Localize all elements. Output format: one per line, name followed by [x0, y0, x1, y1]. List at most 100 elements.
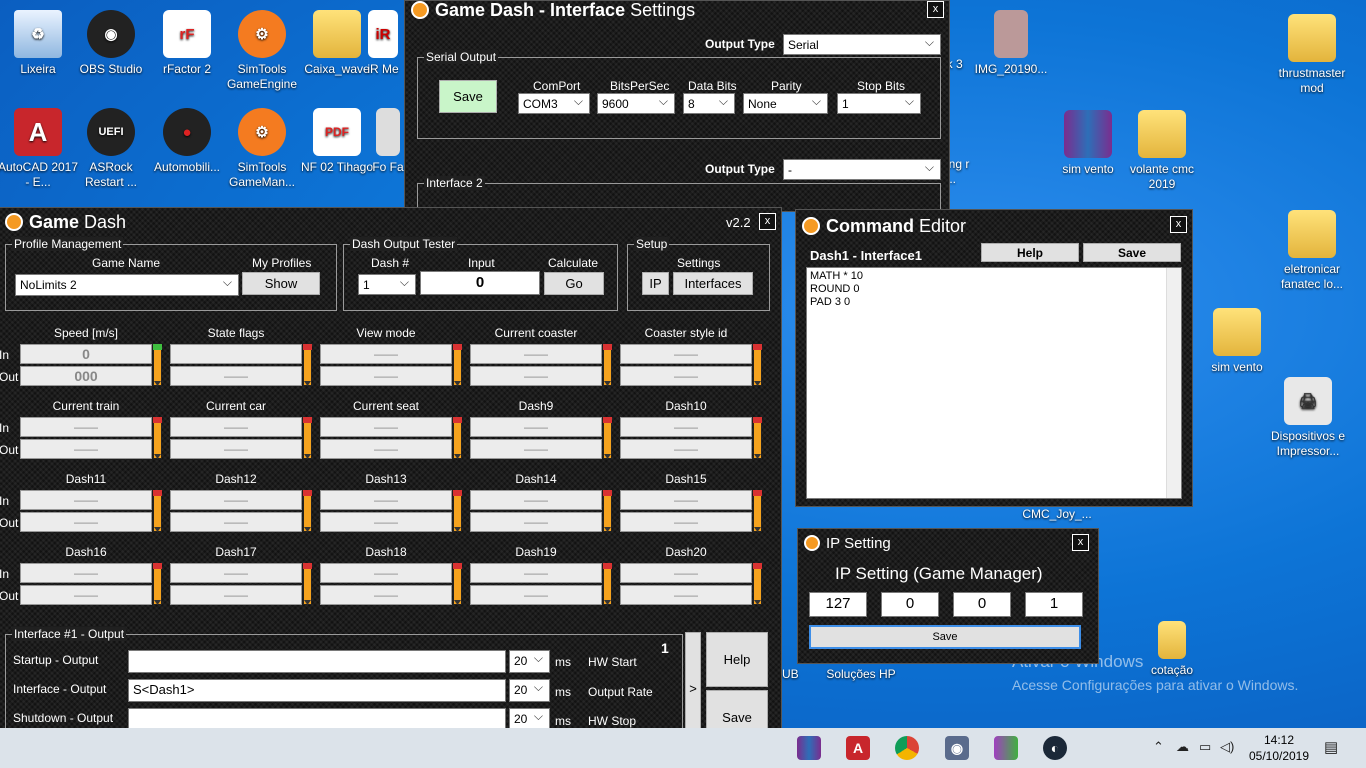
desktop-icon-dispositivos[interactable]: 🖨 Dispositivos e Impressor...	[1265, 373, 1351, 459]
notification-icon[interactable]: ▤	[1324, 738, 1338, 756]
dash-enable-pencil-icon[interactable]	[603, 417, 612, 459]
game-dash-logo-icon	[5, 213, 23, 231]
dash-name-label: Dash9	[518, 399, 554, 413]
camera-app-taskbar-icon[interactable]: ◉	[945, 736, 969, 760]
dash-enable-pencil-icon[interactable]	[153, 490, 162, 532]
ip-save-button[interactable]: Save	[809, 625, 1081, 649]
tester-input-field[interactable]: 0	[420, 271, 540, 295]
dash-in-value: ——	[470, 490, 602, 510]
dash-name-label: Speed [m/s]	[53, 326, 119, 340]
close-icon[interactable]: x	[1072, 534, 1089, 551]
startup-output-field[interactable]	[128, 650, 506, 673]
ip-octet-4-field[interactable]: 1	[1025, 592, 1083, 617]
output-type-2-select[interactable]: -	[783, 159, 941, 180]
dash-enable-pencil-icon[interactable]	[603, 490, 612, 532]
dash-name-label: Dash20	[665, 545, 707, 559]
close-icon[interactable]: x	[759, 213, 776, 230]
dash-number-select[interactable]: 1	[358, 274, 416, 295]
dash-enable-pencil-icon[interactable]	[153, 563, 162, 605]
desktop-icon-eletronicar[interactable]: eletronicar fanatec lo...	[1271, 206, 1353, 292]
ip-button[interactable]: IP	[642, 272, 669, 295]
dash-enable-pencil-icon[interactable]	[753, 417, 762, 459]
dash-enable-pencil-icon[interactable]	[603, 344, 612, 386]
serial-save-button[interactable]: Save	[439, 80, 497, 113]
command-save-button[interactable]: Save	[1083, 243, 1181, 262]
desktop-icon-img[interactable]: IMG_20190...	[970, 6, 1052, 77]
dash-name-label: Dash11	[65, 472, 107, 486]
parity-select[interactable]: None	[743, 93, 828, 114]
desktop-icon-nf02[interactable]: PDF NF 02 Tihago	[296, 104, 378, 175]
desktop-icon-obs[interactable]: ◉ OBS Studio	[70, 6, 152, 77]
desktop-icon-autocad[interactable]: A AutoCAD 2017 - E...	[0, 104, 79, 190]
dash-enable-pencil-icon[interactable]	[753, 344, 762, 386]
desktop-icon-asrock[interactable]: UEFI ASRock Restart ...	[70, 104, 152, 190]
clock[interactable]: 14:12 05/10/2019	[1248, 732, 1310, 764]
dash-enable-pencil-icon[interactable]	[153, 344, 162, 386]
dash-out-value: ——	[20, 585, 152, 605]
command-help-button[interactable]: Help	[981, 243, 1079, 262]
startup-ms-select[interactable]: 20	[509, 650, 550, 673]
dash-enable-pencil-icon[interactable]	[303, 490, 312, 532]
app-taskbar-icon[interactable]	[994, 736, 1018, 760]
dash-enable-pencil-icon[interactable]	[303, 417, 312, 459]
steam-taskbar-icon[interactable]: ◐	[1043, 736, 1067, 760]
desktop-icon-sim-vento-rar[interactable]: sim vento	[1047, 106, 1129, 177]
desktop-icon-volante-cmc[interactable]: volante cmc 2019	[1121, 106, 1203, 192]
dash-enable-pencil-icon[interactable]	[453, 563, 462, 605]
interfaces-button[interactable]: Interfaces	[673, 272, 753, 295]
dash-enable-pencil-icon[interactable]	[153, 417, 162, 459]
pdf-icon: PDF	[313, 108, 361, 156]
desktop-icon-rfactor[interactable]: rF rFactor 2	[146, 6, 228, 77]
interface-output-field[interactable]: S<Dash1>	[128, 679, 506, 702]
ip-octet-3-field[interactable]: 0	[953, 592, 1011, 617]
command-text-area[interactable]: MATH * 10 ROUND 0 PAD 3 0	[806, 267, 1182, 499]
desktop-icon-ing[interactable]: ing r ...	[946, 157, 976, 187]
desktop-icon-automobilista[interactable]: ● Automobili...	[146, 104, 228, 175]
dash-out-value: ——	[170, 439, 302, 459]
close-icon[interactable]: x	[927, 1, 944, 18]
game-name-select[interactable]: NoLimits 2	[15, 274, 239, 296]
ip-octet-1-field[interactable]: 127	[809, 592, 867, 617]
desktop-icon-ir[interactable]: iR iR Me	[360, 6, 406, 77]
dash-enable-pencil-icon[interactable]	[453, 344, 462, 386]
interface-help-button[interactable]: Help	[706, 632, 768, 687]
dash-enable-pencil-icon[interactable]	[753, 490, 762, 532]
desktop-icon-lixeira[interactable]: ♻ Lixeira	[0, 6, 79, 77]
show-profiles-button[interactable]: Show	[242, 272, 320, 295]
desktop-icon-ub[interactable]: UB	[782, 667, 800, 682]
dash-enable-pencil-icon[interactable]	[753, 563, 762, 605]
output-type-select[interactable]: Serial	[783, 34, 941, 55]
stop-bits-select[interactable]: 1	[837, 93, 921, 114]
image-icon	[994, 10, 1028, 58]
desktop-icon-simtools-engine[interactable]: ⚙ SimTools GameEngine	[221, 6, 303, 92]
network-icon[interactable]: ☁	[1176, 739, 1189, 755]
dash-enable-pencil-icon[interactable]	[453, 490, 462, 532]
winrar-taskbar-icon[interactable]	[797, 736, 821, 760]
display-icon[interactable]: ▭	[1199, 739, 1211, 755]
close-icon[interactable]: x	[1170, 216, 1187, 233]
dash-name-label: Dash10	[665, 399, 707, 413]
folder-icon	[313, 10, 361, 58]
interface-ms-select[interactable]: 20	[509, 679, 550, 702]
dash-enable-pencil-icon[interactable]	[453, 417, 462, 459]
go-button[interactable]: Go	[544, 272, 604, 295]
desktop-icon-fo[interactable]: Fo Fa	[370, 104, 406, 175]
comport-select[interactable]: COM3	[518, 93, 590, 114]
desktop-icon-simtools-manager[interactable]: ⚙ SimTools GameMan...	[221, 104, 303, 190]
dash-enable-pencil-icon[interactable]	[603, 563, 612, 605]
dash-enable-pencil-icon[interactable]	[303, 344, 312, 386]
dash-enable-pencil-icon[interactable]	[303, 563, 312, 605]
desktop-icon-solucoes-hp[interactable]: Soluções HP	[820, 667, 902, 682]
data-bits-select[interactable]: 8	[683, 93, 735, 114]
chevron-up-icon[interactable]: ⌃	[1153, 739, 1164, 755]
desktop-icon-sim-vento[interactable]: sim vento	[1196, 304, 1278, 375]
autocad-taskbar-icon[interactable]: A	[846, 736, 870, 760]
desktop-icon-cmc-joy[interactable]: CMC_Joy_...	[1016, 507, 1098, 522]
text-area-scrollbar[interactable]	[1166, 268, 1181, 498]
chrome-taskbar-icon[interactable]	[895, 736, 919, 760]
out-row-label: Out	[0, 589, 19, 603]
bits-per-sec-select[interactable]: 9600	[597, 93, 675, 114]
desktop-icon-thrustmaster[interactable]: thrustmaster mod	[1271, 10, 1353, 96]
ip-octet-2-field[interactable]: 0	[881, 592, 939, 617]
volume-icon[interactable]: ◁)	[1220, 739, 1234, 755]
